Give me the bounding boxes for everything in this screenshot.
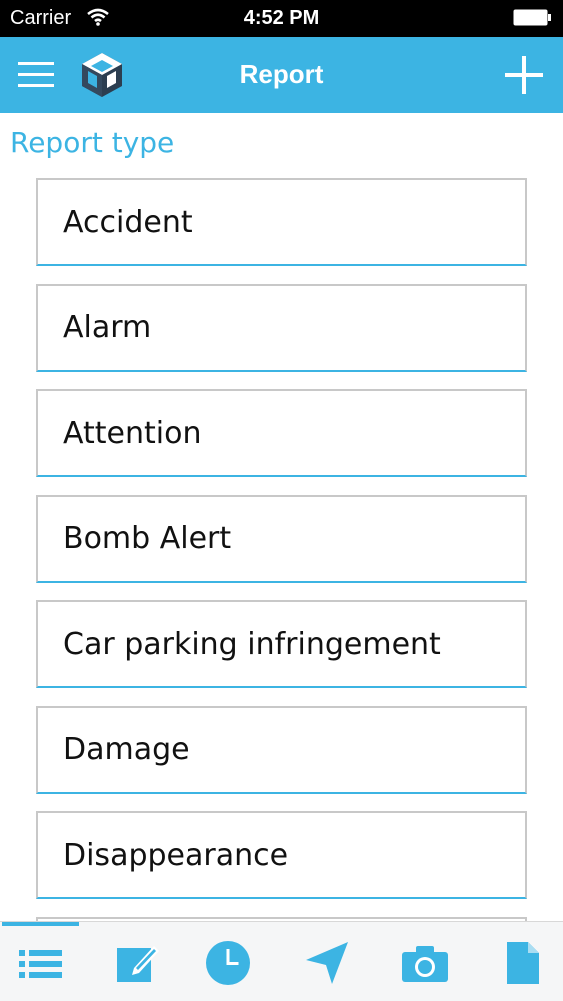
report-type-disappearance[interactable]: Disappearance [36,811,527,899]
list-icon [19,950,62,978]
report-type-accident[interactable]: Accident [36,178,527,266]
clock-icon [206,941,250,985]
tab-bar [0,921,563,1001]
tab-document[interactable] [497,938,547,988]
tab-list[interactable] [16,938,66,988]
status-bar: Carrier 4:52 PM [0,0,563,37]
nav-bar: Report [0,37,563,113]
tab-send[interactable] [302,938,352,988]
tab-edit[interactable] [112,938,162,988]
plus-icon [505,56,543,94]
page-title: Report [239,59,324,89]
send-icon [306,942,348,984]
battery-icon [513,9,551,26]
active-tab-indicator [2,922,79,926]
clock-time: 4:52 PM [243,7,320,29]
document-icon [507,942,539,984]
report-type-list: Accident Alarm Attention Bomb Alert Car … [36,178,527,929]
camera-icon [402,946,448,982]
add-report-button[interactable] [503,54,545,96]
report-type-attention[interactable]: Attention [36,389,527,477]
report-type-bomb-alert[interactable]: Bomb Alert [36,494,527,583]
section-title: Report type [10,126,175,159]
report-type-damage[interactable]: Damage [36,705,527,794]
report-type-alarm[interactable]: Alarm [36,283,527,372]
tab-clock[interactable] [203,938,253,988]
report-type-car-parking-infringement[interactable]: Car parking infringement [36,600,527,688]
tab-camera[interactable] [400,938,450,988]
edit-icon [117,946,159,982]
